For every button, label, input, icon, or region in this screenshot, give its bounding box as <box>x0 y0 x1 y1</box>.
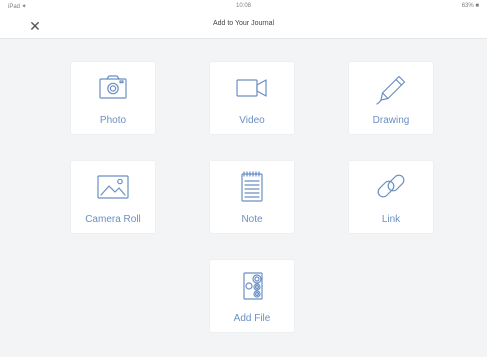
camera-icon <box>93 70 133 106</box>
video-tile[interactable]: Video <box>210 62 294 134</box>
image-icon <box>93 169 133 205</box>
photo-tile[interactable]: Photo <box>71 62 155 134</box>
file-icon <box>232 268 272 304</box>
camera-roll-tile[interactable]: Camera Roll <box>71 161 155 233</box>
page-title: Add to Your Journal <box>212 20 275 27</box>
status-bar: iPad ✦ 10:08 63% ■ <box>0 0 487 14</box>
chain-link-icon <box>371 169 411 205</box>
tile-label: Camera Roll <box>85 214 141 225</box>
drawing-tile[interactable]: Drawing <box>349 62 433 134</box>
battery-indicator: 63% ■ <box>461 3 479 9</box>
tile-label: Link <box>381 214 401 225</box>
navigation-bar: ✕ Add to Your Journal <box>0 14 487 39</box>
tile-label: Note <box>241 214 263 225</box>
tile-label: Photo <box>99 115 127 126</box>
tile-label: Video <box>239 115 265 126</box>
add-file-tile[interactable]: Add File <box>210 260 294 332</box>
video-camera-icon <box>232 70 272 106</box>
tile-label: Add File <box>233 313 271 324</box>
tile-label: Drawing <box>372 115 410 126</box>
note-tile[interactable]: Note <box>210 161 294 233</box>
status-time: 10:08 <box>235 3 251 9</box>
link-tile[interactable]: Link <box>349 161 433 233</box>
notepad-icon <box>232 169 272 205</box>
pencil-icon <box>371 70 411 106</box>
